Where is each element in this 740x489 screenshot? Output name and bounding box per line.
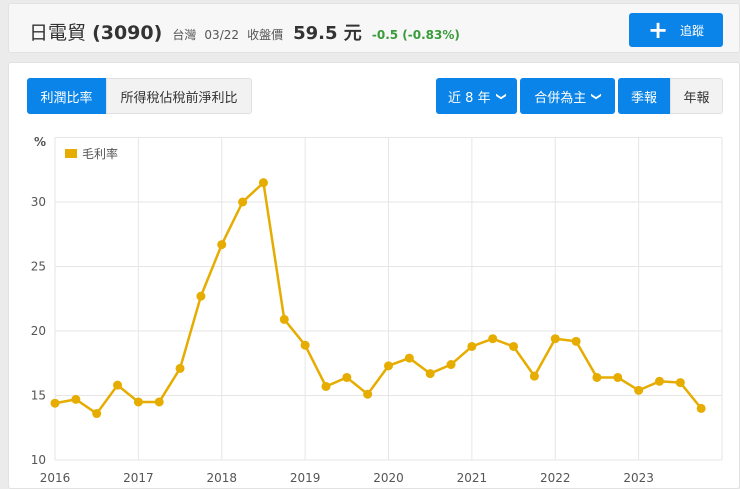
legend-swatch bbox=[65, 149, 77, 158]
data-point bbox=[154, 397, 164, 407]
data-point bbox=[363, 389, 373, 399]
x-tick-label: 2020 bbox=[373, 471, 404, 485]
gross-margin-chart: 10 15 20 25 30% 2016 2017 2018 2019 2020 2021 2022 2… bbox=[31, 135, 723, 485]
data-point bbox=[634, 385, 644, 395]
x-tick-label: 2021 bbox=[457, 471, 488, 485]
data-point bbox=[113, 380, 123, 390]
series-line bbox=[54, 180, 703, 416]
data-point bbox=[571, 336, 581, 346]
x-tick-label: 2016 bbox=[40, 471, 71, 485]
data-point bbox=[425, 369, 435, 379]
data-point bbox=[696, 403, 706, 413]
data-point bbox=[238, 197, 248, 207]
data-point bbox=[467, 341, 477, 351]
data-point bbox=[654, 376, 664, 386]
data-point bbox=[71, 394, 81, 404]
data-point bbox=[300, 340, 310, 350]
x-tick-label: 2018 bbox=[206, 471, 237, 485]
data-point bbox=[592, 372, 602, 382]
data-point bbox=[488, 334, 498, 344]
data-point bbox=[217, 240, 227, 250]
y-tick-label: 25 bbox=[31, 260, 46, 274]
data-point bbox=[92, 409, 102, 419]
data-point bbox=[321, 381, 331, 391]
x-tick-label: 2017 bbox=[123, 471, 154, 485]
data-point bbox=[133, 397, 143, 407]
data-point bbox=[509, 341, 519, 351]
y-axis-unit: % bbox=[34, 135, 46, 149]
data-point bbox=[342, 372, 352, 382]
data-point bbox=[529, 371, 539, 381]
data-point bbox=[446, 360, 456, 370]
data-point bbox=[384, 361, 393, 371]
data-point bbox=[258, 178, 268, 188]
y-tick-label: 10 bbox=[31, 453, 46, 467]
x-tick-label: 2022 bbox=[540, 471, 571, 485]
data-point bbox=[196, 291, 206, 301]
x-tick-label: 2023 bbox=[623, 471, 654, 485]
data-point bbox=[550, 334, 560, 344]
data-point bbox=[675, 378, 685, 388]
x-tick-label: 2019 bbox=[290, 471, 321, 485]
data-point bbox=[50, 398, 60, 408]
y-tick-label: 30 bbox=[31, 195, 46, 209]
y-tick-label: 20 bbox=[31, 324, 46, 338]
data-point bbox=[613, 372, 623, 382]
data-point bbox=[404, 353, 414, 363]
legend-label: 毛利率 bbox=[82, 146, 118, 161]
y-tick-label: 15 bbox=[31, 389, 46, 403]
data-point bbox=[175, 363, 185, 373]
data-point bbox=[279, 314, 289, 324]
